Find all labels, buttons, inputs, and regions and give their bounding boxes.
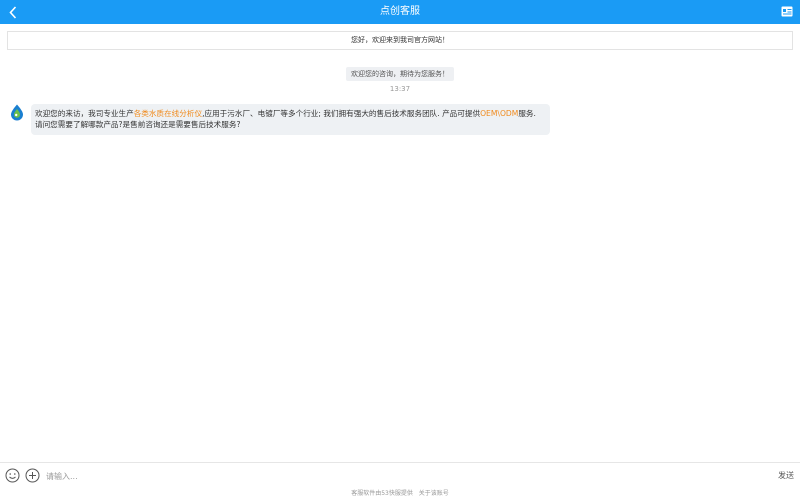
welcome-notice: 您好，欢迎来到我司官方网站！ xyxy=(7,31,793,50)
agent-avatar xyxy=(8,103,26,121)
message-line-2: 请问您需要了解哪款产品?是售前咨询还是需要售后技术服务? xyxy=(35,120,241,129)
message-text: 服务. xyxy=(518,109,536,118)
about-account-link[interactable]: 关于该账号 xyxy=(419,490,449,497)
system-message: 欢迎您的咨询，期待为您服务！ xyxy=(0,61,800,81)
message-timestamp: 13:37 xyxy=(389,85,411,93)
system-message-text: 欢迎您的咨询，期待为您服务！ xyxy=(346,67,454,81)
composer-bar: 发送 xyxy=(0,462,800,488)
message-line-1: 欢迎您的来访，我司专业生产各类水质在线分析仪,应用于污水厂、电镀厂等多个行业; … xyxy=(35,108,546,119)
agent-message-bubble: 欢迎您的来访，我司专业生产各类水质在线分析仪,应用于污水厂、电镀厂等多个行业; … xyxy=(31,104,550,135)
send-button[interactable]: 发送 xyxy=(778,470,794,481)
message-text: ,应用于污水厂、电镀厂等多个行业; 我们拥有强大的售后技术服务团队. 产品可提供 xyxy=(202,109,481,118)
add-icon[interactable] xyxy=(25,468,40,483)
header-bar: 点创客服 xyxy=(0,0,800,24)
message-text: 欢迎您的来访，我司专业生产 xyxy=(35,109,134,118)
emoji-icon[interactable] xyxy=(5,468,20,483)
message-input[interactable] xyxy=(46,468,746,484)
powered-by-link[interactable]: 客服软件由53快服提供 xyxy=(351,490,413,497)
highlighted-product: 各类水质在线分析仪 xyxy=(133,109,203,118)
page-title: 点创客服 xyxy=(380,6,420,17)
footer: 客服软件由53快服提供 关于该账号 xyxy=(0,489,800,499)
contact-card-icon[interactable] xyxy=(781,6,793,17)
highlighted-service: OEM\ODM xyxy=(480,109,519,118)
